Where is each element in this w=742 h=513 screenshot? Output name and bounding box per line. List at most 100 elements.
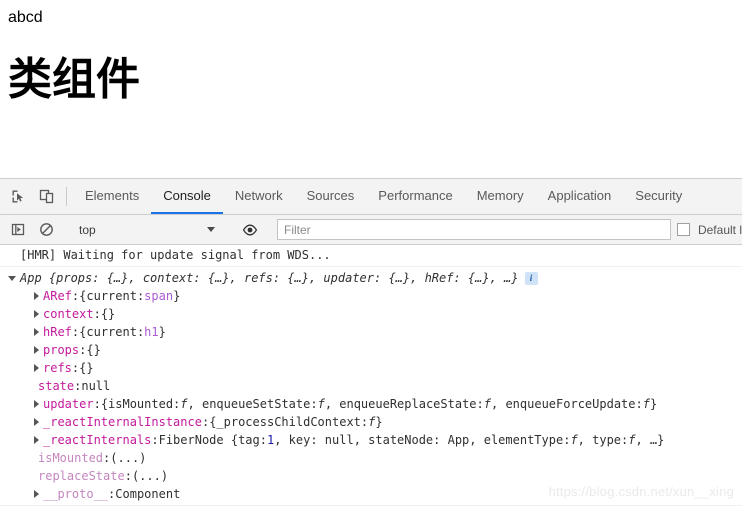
tab-memory[interactable]: Memory <box>465 179 536 214</box>
property-name: __proto__ <box>43 487 109 501</box>
live-expression-eye-icon[interactable] <box>236 222 264 238</box>
console-filter-input[interactable] <box>277 219 671 240</box>
property-name: _reactInternalInstance <box>43 415 202 429</box>
console-levels-control[interactable]: Default l <box>676 222 742 237</box>
tab-sources[interactable]: Sources <box>295 179 367 214</box>
property-name: updater <box>43 397 94 411</box>
property-value-part: , type: <box>577 433 629 447</box>
property-name: props <box>43 343 80 357</box>
property-value-part: , key: null, stateNode: App, elementType… <box>274 433 571 447</box>
property-value-part: span <box>144 289 174 303</box>
page-heading: 类组件 <box>8 55 140 104</box>
property-value-part: (...) <box>131 469 169 483</box>
object-property-row[interactable]: refs: {} <box>8 359 742 377</box>
console-object-app[interactable]: App {props: {…}, context: {…}, refs: {…}… <box>0 267 742 506</box>
inspect-element-icon[interactable] <box>4 179 32 214</box>
object-header-row[interactable]: App {props: {…}, context: {…}, refs: {…}… <box>8 270 742 287</box>
object-property-row: isMounted: (...) <box>8 449 742 467</box>
device-toolbar-icon[interactable] <box>32 179 60 214</box>
tab-elements[interactable]: Elements <box>73 179 151 214</box>
property-value-part: {} <box>86 343 101 357</box>
triangle-right-icon[interactable] <box>34 400 39 408</box>
property-value-part: {isMounted: <box>100 397 181 411</box>
page-text-abcd: abcd <box>8 9 43 26</box>
toolbar-divider <box>66 187 67 206</box>
tab-label: Security <box>635 188 683 203</box>
property-value-part: } <box>649 397 658 411</box>
triangle-right-icon[interactable] <box>34 418 39 426</box>
object-property-row[interactable]: __proto__: Component <box>8 485 742 503</box>
object-header-text: App {props: {…}, context: {…}, refs: {…}… <box>20 271 519 285</box>
chevron-down-icon <box>207 227 215 232</box>
triangle-down-icon[interactable] <box>8 276 16 281</box>
property-value-part: Component <box>115 487 181 501</box>
property-separator: : <box>74 379 82 393</box>
triangle-right-icon[interactable] <box>34 490 39 498</box>
tab-label: Application <box>547 188 612 203</box>
property-name: isMounted <box>38 451 104 465</box>
property-value-part: f <box>180 397 188 411</box>
tab-label: Sources <box>306 188 355 203</box>
property-value-part: } <box>173 289 181 303</box>
tab-label: Network <box>234 188 283 203</box>
tab-security[interactable]: Security <box>623 179 694 214</box>
property-separator: : <box>103 451 111 465</box>
property-separator: : <box>124 469 132 483</box>
triangle-right-icon[interactable] <box>34 364 39 372</box>
property-value-part: f <box>628 433 636 447</box>
property-separator: : <box>71 361 80 375</box>
property-value-part: {_processChildContext: <box>209 415 369 429</box>
triangle-right-icon[interactable] <box>34 436 39 444</box>
tab-network[interactable]: Network <box>223 179 295 214</box>
levels-checkbox[interactable] <box>676 223 690 236</box>
levels-label: Default l <box>697 222 742 237</box>
devtools-panel: Elements Console Network Sources Perform… <box>0 178 742 513</box>
console-context-selector[interactable]: top <box>73 219 223 241</box>
object-property-row[interactable]: hRef: {current: h1} <box>8 323 742 341</box>
console-context-value: top <box>79 222 96 237</box>
property-separator: : <box>151 433 159 447</box>
object-property-row[interactable]: ARef: {current: span} <box>8 287 742 305</box>
property-name: state <box>38 379 75 393</box>
property-name: _reactInternals <box>43 433 152 447</box>
tab-application[interactable]: Application <box>536 179 624 214</box>
console-message-hmr: [HMR] Waiting for update signal from WDS… <box>0 245 742 267</box>
property-name: context <box>43 307 94 321</box>
property-value-part: (...) <box>110 451 147 465</box>
clear-console-icon[interactable] <box>32 222 60 237</box>
object-property-row[interactable]: context: {} <box>8 305 742 323</box>
property-value-part: {} <box>79 361 94 375</box>
object-property-row: replaceState: (...) <box>8 467 742 485</box>
property-value-part: f <box>642 397 650 411</box>
triangle-right-icon[interactable] <box>34 292 39 300</box>
console-sidebar-icon[interactable] <box>4 222 32 237</box>
property-value-part: FiberNode {tag: <box>158 433 267 447</box>
property-value-part: 1 <box>266 433 275 447</box>
object-property-row[interactable]: updater: {isMounted: f, enqueueSetState:… <box>8 395 742 413</box>
triangle-right-icon[interactable] <box>34 328 39 336</box>
property-name: refs <box>43 361 72 375</box>
property-value-part: , enqueueForceUpdate: <box>491 397 643 411</box>
tab-console[interactable]: Console <box>151 179 223 214</box>
property-separator: : <box>79 343 87 357</box>
property-separator: : <box>108 487 116 501</box>
devtools-tabbar: Elements Console Network Sources Perform… <box>0 179 742 215</box>
tab-label: Elements <box>85 188 140 203</box>
property-name: replaceState <box>38 469 125 483</box>
property-value-part: f <box>570 433 578 447</box>
property-separator: : <box>201 415 210 429</box>
triangle-right-icon[interactable] <box>34 346 39 354</box>
tab-performance[interactable]: Performance <box>366 179 464 214</box>
property-value-part: {} <box>100 307 116 321</box>
property-value-part: , enqueueSetState: <box>187 397 318 411</box>
object-property-row[interactable]: props: {} <box>8 341 742 359</box>
triangle-right-icon[interactable] <box>34 310 39 318</box>
property-value-part: , …} <box>635 433 665 447</box>
object-property-row[interactable]: _reactInternalInstance: {_processChildCo… <box>8 413 742 431</box>
console-output[interactable]: [HMR] Waiting for update signal from WDS… <box>0 245 742 513</box>
property-value-part: {current: <box>79 325 145 339</box>
object-property-row[interactable]: _reactInternals: FiberNode {tag: 1, key:… <box>8 431 742 449</box>
property-value-part: } <box>158 325 166 339</box>
property-value-part: , enqueueReplaceState: <box>324 397 484 411</box>
info-icon[interactable]: i <box>524 272 538 285</box>
